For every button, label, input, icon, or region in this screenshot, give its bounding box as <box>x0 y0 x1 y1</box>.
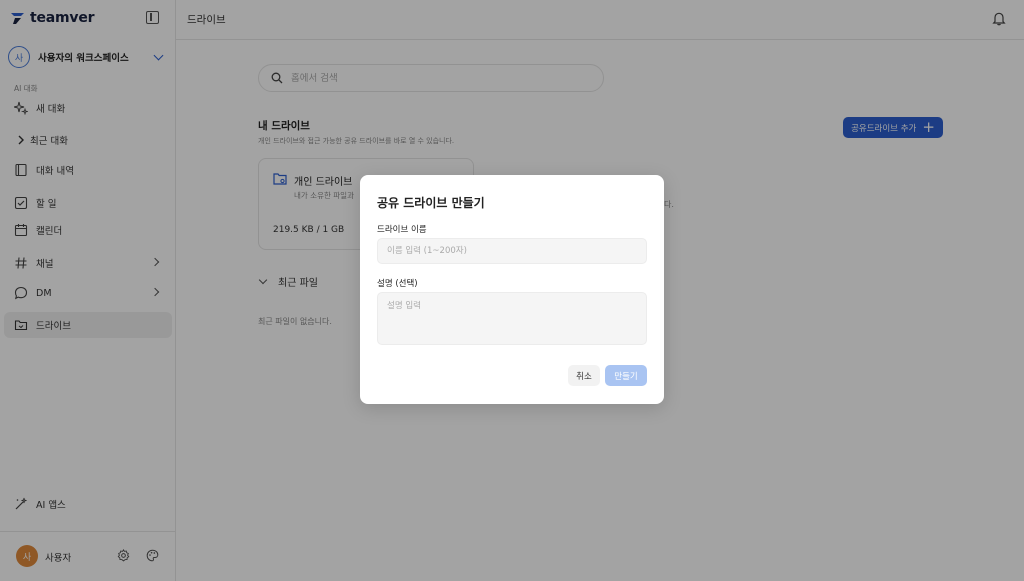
create-button[interactable]: 만들기 <box>605 365 647 386</box>
create-shared-drive-dialog: 공유 드라이브 만들기 드라이브 이름 설명 (선택) 취소 만들기 <box>360 175 664 404</box>
description-input[interactable] <box>377 292 647 345</box>
drive-name-input[interactable] <box>377 238 647 264</box>
cancel-button[interactable]: 취소 <box>568 365 600 386</box>
dialog-title: 공유 드라이브 만들기 <box>377 196 485 210</box>
description-label: 설명 (선택) <box>377 279 418 289</box>
drive-name-label: 드라이브 이름 <box>377 225 427 235</box>
